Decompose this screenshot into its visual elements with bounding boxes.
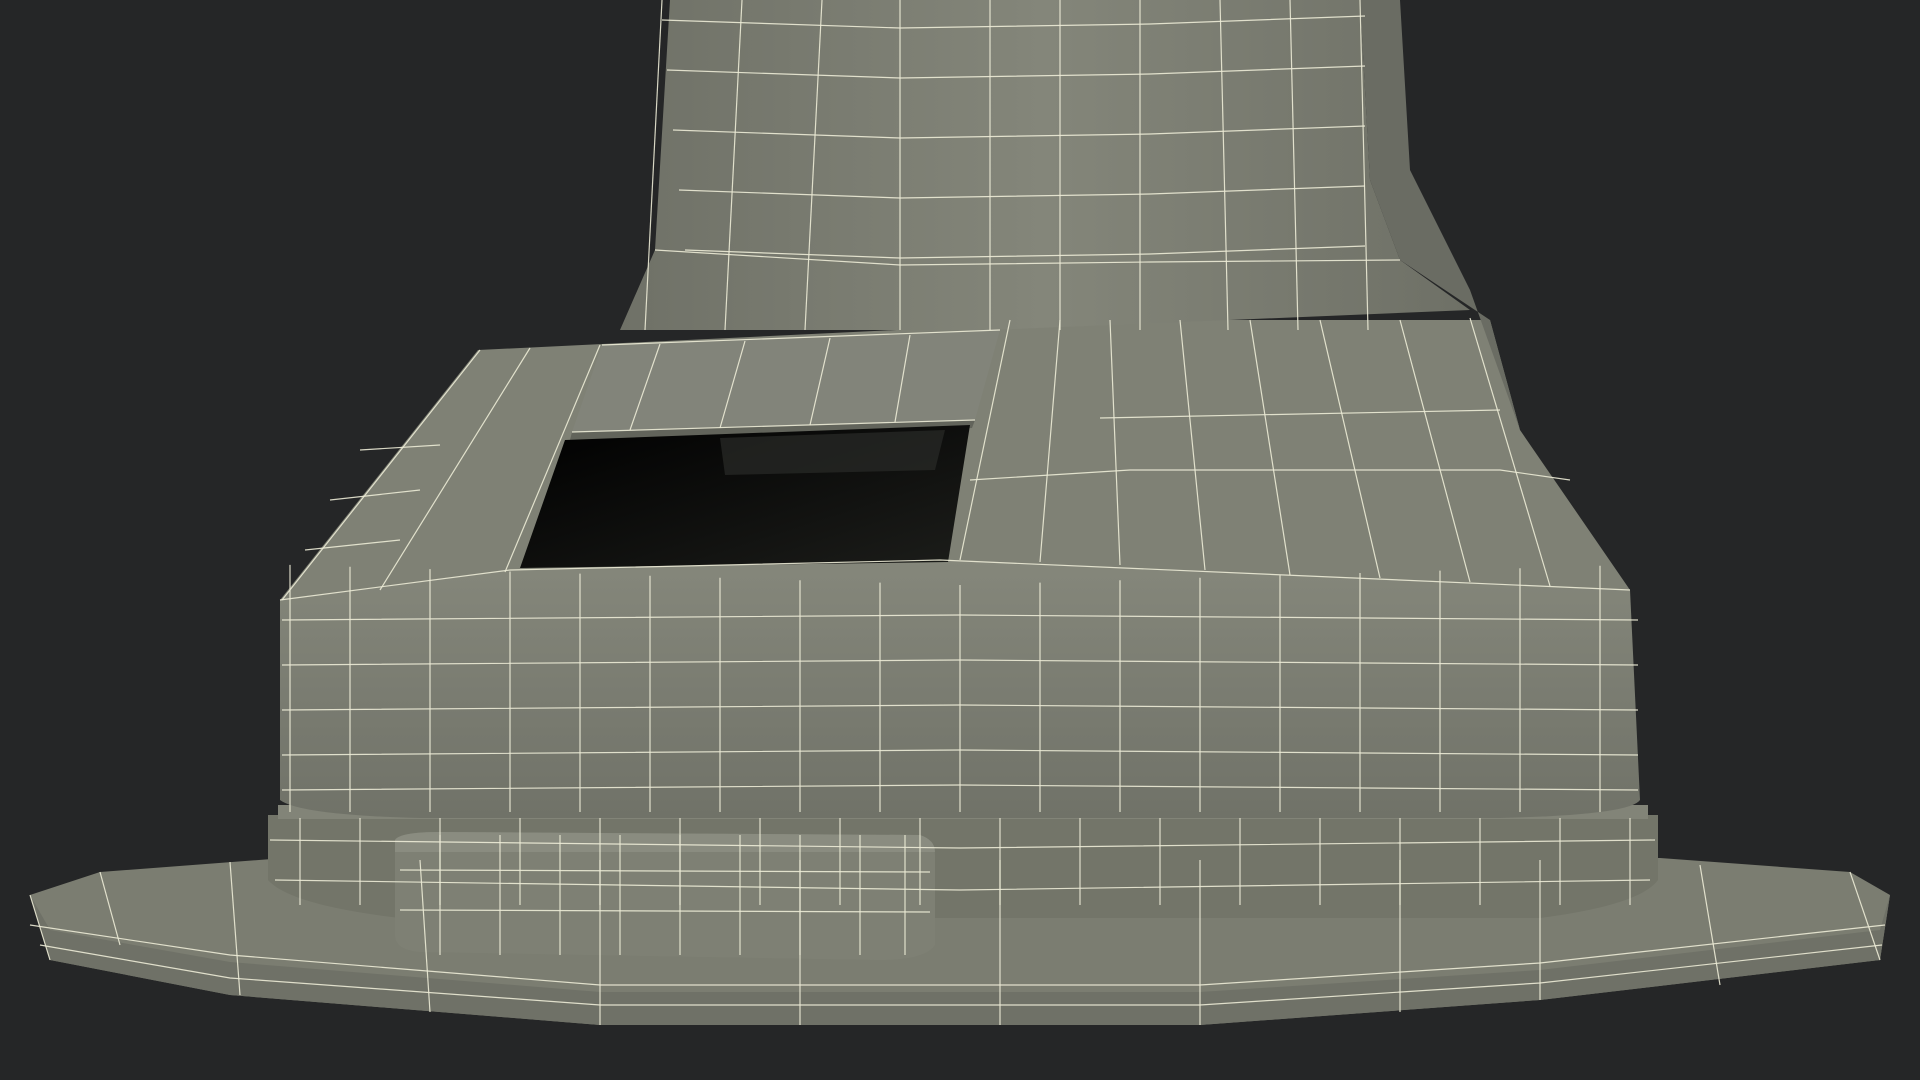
3d-viewport[interactable]	[0, 0, 1920, 1080]
hatch-lid	[570, 330, 1000, 440]
wireframe-render	[29, 0, 1890, 1025]
front-step	[395, 832, 935, 960]
hatch-opening	[520, 425, 970, 568]
